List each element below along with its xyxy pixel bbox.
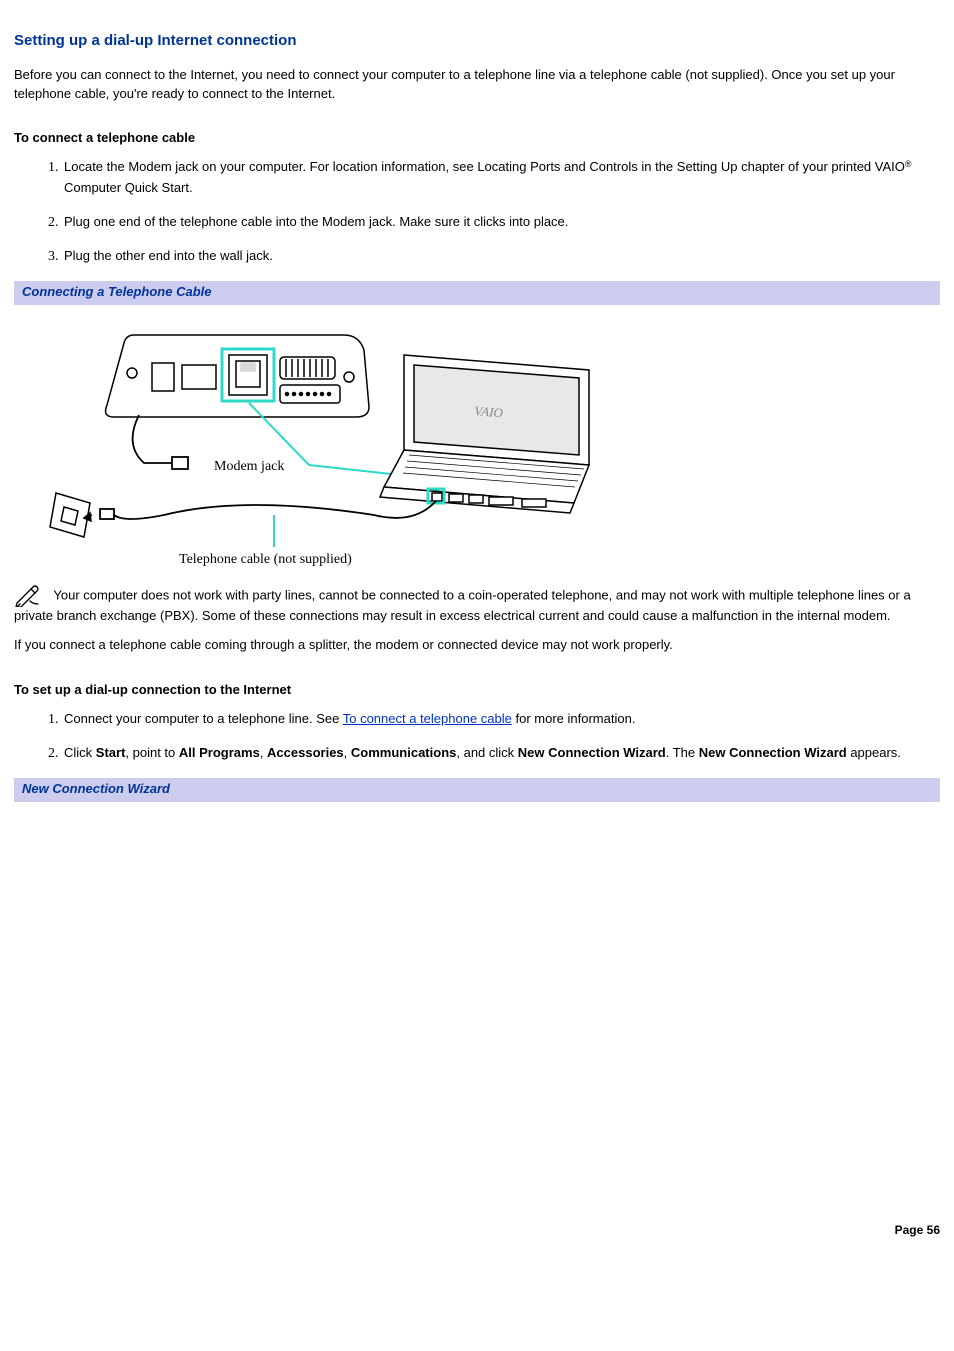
step-text: Connect your computer to a telephone lin… <box>64 711 343 726</box>
figure-caption: Connecting a Telephone Cable <box>14 281 940 305</box>
step-bold: New Connection Wizard <box>699 745 847 760</box>
link-connect-telephone-cable[interactable]: To connect a telephone cable <box>343 711 512 726</box>
label-telephone-cable: Telephone cable (not supplied) <box>179 552 352 567</box>
note-splitter: If you connect a telephone cable coming … <box>14 636 940 655</box>
diagram-illustration: Modem jack VAIO <box>44 315 604 575</box>
step-bold: Communications <box>351 745 456 760</box>
step-bold: Accessories <box>267 745 344 760</box>
list-item: Plug one end of the telephone cable into… <box>62 213 940 233</box>
step-text: , and click <box>456 745 517 760</box>
section-title: Setting up a dial-up Internet connection <box>14 30 940 52</box>
step-bold: Start <box>96 745 126 760</box>
step-text: Locate the Modem jack on your computer. … <box>64 159 905 174</box>
label-vaio-logo: VAIO <box>474 403 504 420</box>
list-item: Connect your computer to a telephone lin… <box>62 710 940 730</box>
step-text: for more information. <box>512 711 636 726</box>
setup-dialup-steps: Connect your computer to a telephone lin… <box>14 710 940 765</box>
list-item: Click Start, point to All Programs, Acce… <box>62 744 940 764</box>
step-text: , <box>260 745 267 760</box>
figure-caption: New Connection Wizard <box>14 778 940 802</box>
step-text: . The <box>666 745 699 760</box>
step-text: Click <box>64 745 96 760</box>
note-paragraph: Your computer does not work with party l… <box>14 585 940 626</box>
note-icon <box>14 585 40 607</box>
step-text: , <box>344 745 351 760</box>
step-text: Computer Quick Start. <box>64 180 193 195</box>
figure-connecting-cable: Modem jack VAIO <box>14 305 940 585</box>
connect-cable-heading: To connect a telephone cable <box>14 129 940 148</box>
step-text: , point to <box>125 745 178 760</box>
list-item: Locate the Modem jack on your computer. … <box>62 158 940 199</box>
step-bold: All Programs <box>179 745 260 760</box>
connect-cable-steps: Locate the Modem jack on your computer. … <box>14 158 940 267</box>
step-text: Plug the other end into the wall jack. <box>64 248 273 263</box>
registered-mark: ® <box>905 159 912 169</box>
step-text: appears. <box>847 745 901 760</box>
label-modem-jack: Modem jack <box>214 459 284 474</box>
intro-paragraph: Before you can connect to the Internet, … <box>14 66 940 104</box>
step-text: Plug one end of the telephone cable into… <box>64 214 568 229</box>
page-number: Page 56 <box>14 1222 940 1239</box>
note-text: Your computer does not work with party l… <box>14 588 911 624</box>
setup-dialup-heading: To set up a dial-up connection to the In… <box>14 681 940 700</box>
step-bold: New Connection Wizard <box>518 745 666 760</box>
list-item: Plug the other end into the wall jack. <box>62 247 940 267</box>
